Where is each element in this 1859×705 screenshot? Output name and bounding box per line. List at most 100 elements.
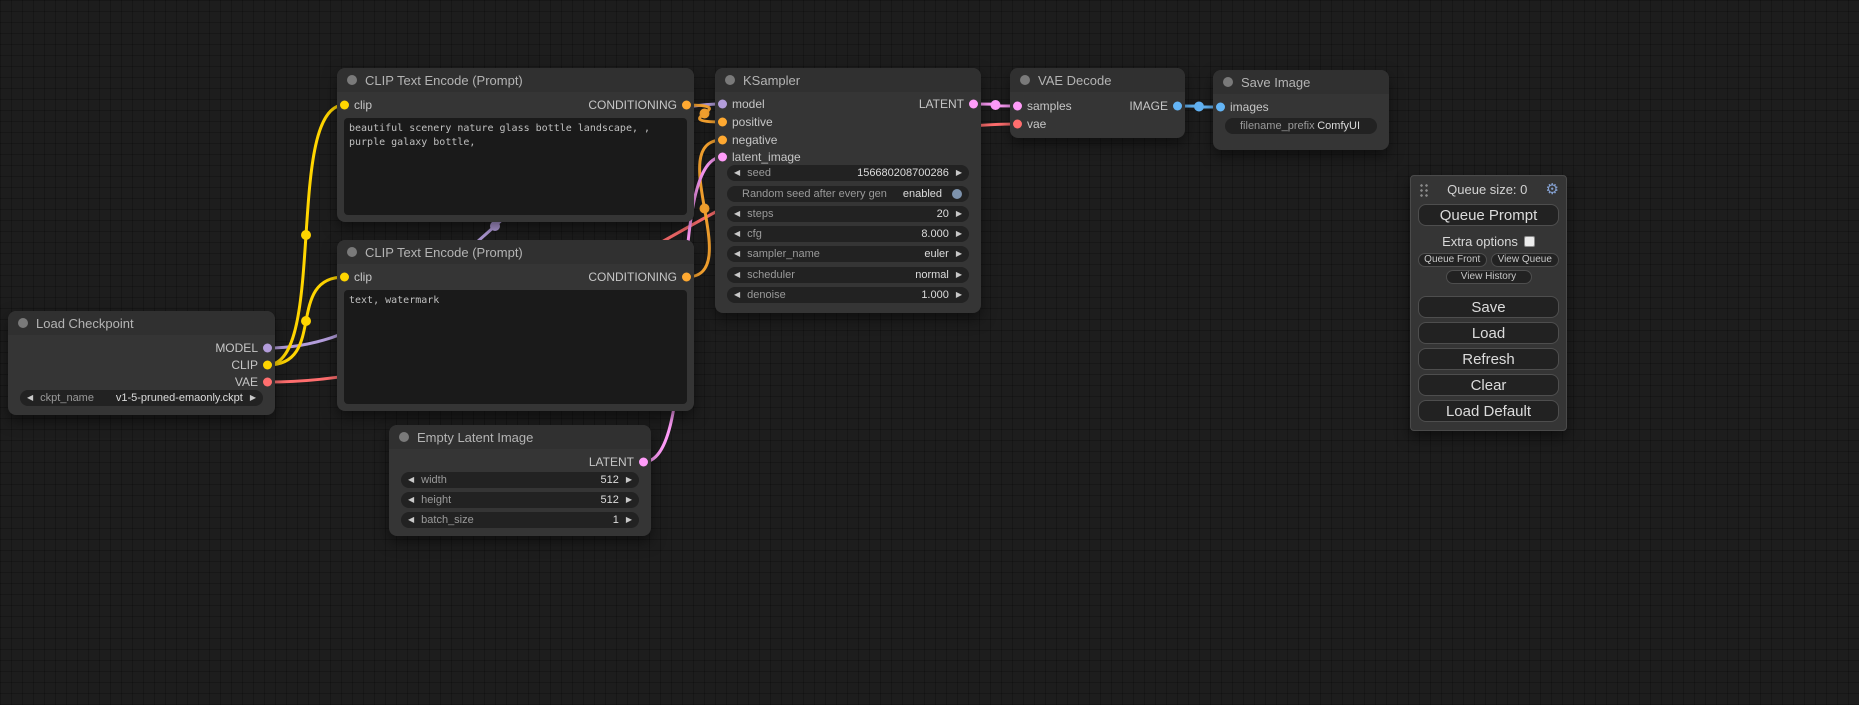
- clip-output-port[interactable]: [263, 361, 272, 370]
- samples-input-port[interactable]: [1013, 102, 1022, 111]
- node-save-image[interactable]: Save Image images filename_prefix ComfyU…: [1213, 70, 1389, 150]
- denoise-widget[interactable]: ◀ denoise 1.000 ▶: [727, 287, 969, 303]
- extra-options-checkbox[interactable]: [1524, 236, 1535, 247]
- node-clip-text-encode-negative[interactable]: CLIP Text Encode (Prompt) clip CONDITION…: [337, 240, 694, 411]
- negative-input-port[interactable]: [718, 136, 727, 145]
- collapse-dot-icon[interactable]: [725, 75, 735, 85]
- queue-prompt-button[interactable]: Queue Prompt: [1418, 204, 1559, 226]
- node-title-bar[interactable]: KSampler: [715, 68, 981, 92]
- node-ksampler[interactable]: KSampler model LATENT positive negative …: [715, 68, 981, 313]
- refresh-button[interactable]: Refresh: [1418, 348, 1559, 370]
- output-slot-latent[interactable]: LATENT: [919, 96, 981, 112]
- next-arrow-icon[interactable]: ▶: [956, 165, 962, 181]
- next-arrow-icon[interactable]: ▶: [626, 472, 632, 488]
- prev-arrow-icon[interactable]: ◀: [734, 267, 740, 283]
- view-history-button[interactable]: View History: [1446, 270, 1532, 284]
- view-queue-button[interactable]: View Queue: [1491, 253, 1560, 267]
- prev-arrow-icon[interactable]: ◀: [27, 390, 33, 406]
- sampler-name-widget[interactable]: ◀ sampler_name euler ▶: [727, 246, 969, 262]
- prompt-textarea[interactable]: text, watermark: [344, 290, 687, 404]
- node-title-bar[interactable]: VAE Decode: [1010, 68, 1185, 92]
- collapse-dot-icon[interactable]: [347, 75, 357, 85]
- model-output-port[interactable]: [263, 344, 272, 353]
- prev-arrow-icon[interactable]: ◀: [408, 492, 414, 508]
- prev-arrow-icon[interactable]: ◀: [734, 206, 740, 222]
- collapse-dot-icon[interactable]: [347, 247, 357, 257]
- next-arrow-icon[interactable]: ▶: [956, 226, 962, 242]
- next-arrow-icon[interactable]: ▶: [956, 206, 962, 222]
- next-arrow-icon[interactable]: ▶: [956, 267, 962, 283]
- prev-arrow-icon[interactable]: ◀: [408, 472, 414, 488]
- prev-arrow-icon[interactable]: ◀: [734, 246, 740, 262]
- height-widget[interactable]: ◀ height 512 ▶: [401, 492, 639, 508]
- next-arrow-icon[interactable]: ▶: [956, 246, 962, 262]
- node-vae-decode[interactable]: VAE Decode samples IMAGE vae: [1010, 68, 1185, 138]
- seed-widget[interactable]: ◀ seed 156680208700286 ▶: [727, 165, 969, 181]
- queue-front-button[interactable]: Queue Front: [1418, 253, 1487, 267]
- load-button[interactable]: Load: [1418, 322, 1559, 344]
- conditioning-output-port[interactable]: [682, 273, 691, 282]
- output-slot-vae[interactable]: VAE: [235, 374, 275, 390]
- node-title-bar[interactable]: CLIP Text Encode (Prompt): [337, 68, 694, 92]
- output-slot-conditioning[interactable]: CONDITIONING: [588, 269, 694, 285]
- node-graph-canvas[interactable]: Load Checkpoint MODEL CLIP VAE ◀ ckpt_na…: [0, 0, 1859, 705]
- vae-input-port[interactable]: [1013, 120, 1022, 129]
- cfg-widget[interactable]: ◀ cfg 8.000 ▶: [727, 226, 969, 242]
- latent-image-input-port[interactable]: [718, 153, 727, 162]
- input-slot-samples[interactable]: samples: [1010, 98, 1072, 114]
- prev-arrow-icon[interactable]: ◀: [734, 287, 740, 303]
- collapse-dot-icon[interactable]: [1223, 77, 1233, 87]
- toggle-knob-icon[interactable]: [952, 189, 962, 199]
- input-slot-clip[interactable]: clip: [337, 269, 372, 285]
- input-slot-latent-image[interactable]: latent_image: [715, 149, 801, 165]
- input-slot-vae[interactable]: vae: [1010, 116, 1046, 132]
- node-load-checkpoint[interactable]: Load Checkpoint MODEL CLIP VAE ◀ ckpt_na…: [8, 311, 275, 415]
- prev-arrow-icon[interactable]: ◀: [734, 226, 740, 242]
- save-button[interactable]: Save: [1418, 296, 1559, 318]
- latent-output-port[interactable]: [969, 100, 978, 109]
- settings-gear-icon[interactable]: ⚙: [1546, 182, 1559, 197]
- node-title-bar[interactable]: CLIP Text Encode (Prompt): [337, 240, 694, 264]
- conditioning-output-port[interactable]: [682, 101, 691, 110]
- output-slot-model[interactable]: MODEL: [215, 340, 275, 356]
- collapse-dot-icon[interactable]: [1020, 75, 1030, 85]
- output-slot-conditioning[interactable]: CONDITIONING: [588, 97, 694, 113]
- next-arrow-icon[interactable]: ▶: [956, 287, 962, 303]
- filename-prefix-widget[interactable]: filename_prefix ComfyUI: [1225, 118, 1377, 134]
- node-clip-text-encode-positive[interactable]: CLIP Text Encode (Prompt) clip CONDITION…: [337, 68, 694, 222]
- steps-widget[interactable]: ◀ steps 20 ▶: [727, 206, 969, 222]
- collapse-dot-icon[interactable]: [399, 432, 409, 442]
- input-slot-negative[interactable]: negative: [715, 132, 777, 148]
- node-empty-latent-image[interactable]: Empty Latent Image LATENT ◀ width 512 ▶ …: [389, 425, 651, 536]
- input-slot-clip[interactable]: clip: [337, 97, 372, 113]
- node-title-bar[interactable]: Empty Latent Image: [389, 425, 651, 449]
- prompt-textarea[interactable]: beautiful scenery nature glass bottle la…: [344, 118, 687, 215]
- batch-size-widget[interactable]: ◀ batch_size 1 ▶: [401, 512, 639, 528]
- load-default-button[interactable]: Load Default: [1418, 400, 1559, 422]
- collapse-dot-icon[interactable]: [18, 318, 28, 328]
- width-widget[interactable]: ◀ width 512 ▶: [401, 472, 639, 488]
- output-slot-clip[interactable]: CLIP: [231, 357, 275, 373]
- next-arrow-icon[interactable]: ▶: [626, 492, 632, 508]
- prev-arrow-icon[interactable]: ◀: [408, 512, 414, 528]
- input-slot-images[interactable]: images: [1213, 99, 1269, 115]
- ckpt-name-widget[interactable]: ◀ ckpt_name v1-5-pruned-emaonly.ckpt ▶: [20, 390, 263, 406]
- next-arrow-icon[interactable]: ▶: [626, 512, 632, 528]
- output-slot-latent[interactable]: LATENT: [589, 454, 651, 470]
- random-seed-toggle[interactable]: Random seed after every gen enabled: [727, 186, 969, 202]
- positive-input-port[interactable]: [718, 118, 727, 127]
- clear-button[interactable]: Clear: [1418, 374, 1559, 396]
- input-slot-positive[interactable]: positive: [715, 114, 773, 130]
- images-input-port[interactable]: [1216, 103, 1225, 112]
- drag-grip-icon[interactable]: [1418, 182, 1429, 197]
- output-slot-image[interactable]: IMAGE: [1129, 98, 1185, 114]
- prev-arrow-icon[interactable]: ◀: [734, 165, 740, 181]
- latent-output-port[interactable]: [639, 458, 648, 467]
- clip-input-port[interactable]: [340, 101, 349, 110]
- node-title-bar[interactable]: Save Image: [1213, 70, 1389, 94]
- model-input-port[interactable]: [718, 100, 727, 109]
- image-output-port[interactable]: [1173, 102, 1182, 111]
- scheduler-widget[interactable]: ◀ scheduler normal ▶: [727, 267, 969, 283]
- clip-input-port[interactable]: [340, 273, 349, 282]
- next-arrow-icon[interactable]: ▶: [250, 390, 256, 406]
